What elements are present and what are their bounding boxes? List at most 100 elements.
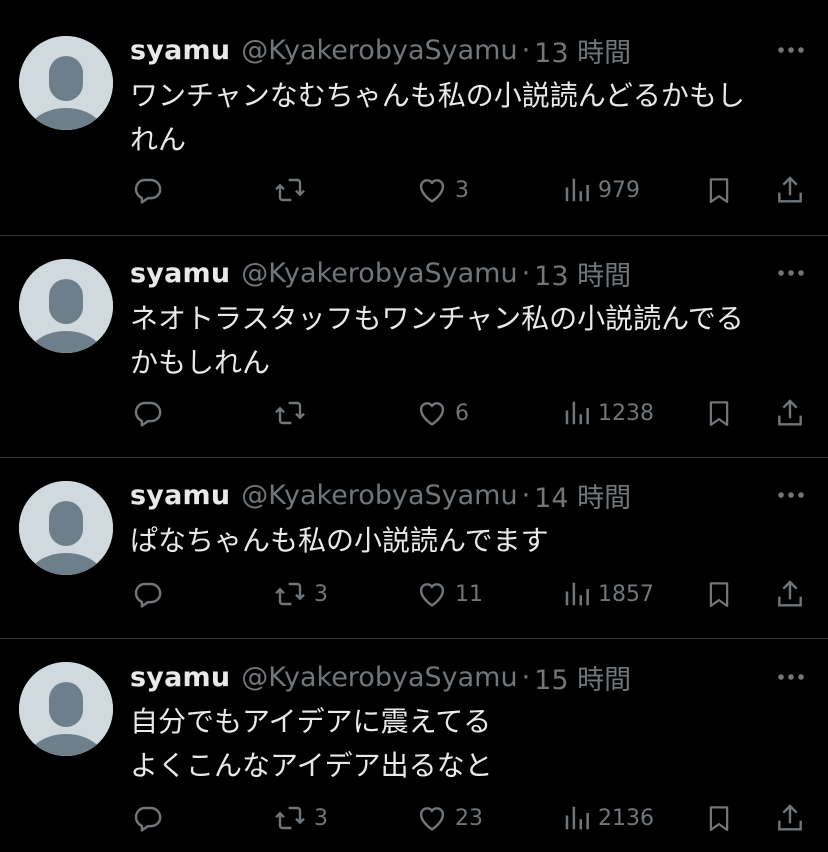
views-button[interactable]: 2136 bbox=[562, 798, 654, 838]
display-name[interactable]: syamu bbox=[130, 258, 230, 289]
views-icon bbox=[562, 397, 592, 429]
separator-dot: · bbox=[521, 661, 531, 693]
like-count: 11 bbox=[455, 581, 483, 607]
reply-icon bbox=[132, 397, 164, 429]
tweet-text: ぱなちゃんも私の小説読んでます bbox=[130, 524, 549, 557]
retweet-button[interactable]: 3 bbox=[272, 798, 328, 838]
views-count: 1857 bbox=[598, 581, 654, 607]
user-handle[interactable]: @KyakerobyaSyamu bbox=[241, 480, 517, 511]
retweet-icon bbox=[272, 397, 308, 429]
like-button[interactable]: 23 bbox=[415, 798, 483, 838]
timestamp[interactable]: 15 時間 bbox=[534, 658, 631, 697]
retweet-button[interactable]: 3 bbox=[272, 574, 328, 614]
retweet-button[interactable] bbox=[272, 170, 314, 210]
avatar[interactable] bbox=[19, 662, 113, 756]
tweet[interactable]: syamu @KyakerobyaSyamu · 13 時間 ネオトラスタッフも… bbox=[0, 236, 828, 458]
reply-button[interactable] bbox=[132, 393, 164, 433]
views-icon bbox=[562, 578, 592, 610]
views-count: 979 bbox=[598, 177, 640, 203]
like-button[interactable]: 6 bbox=[415, 393, 469, 433]
more-icon[interactable] bbox=[776, 253, 806, 293]
separator-dot: · bbox=[521, 34, 531, 66]
timestamp[interactable]: 14 時間 bbox=[534, 476, 631, 515]
bookmark-button[interactable] bbox=[704, 574, 734, 614]
reply-icon bbox=[132, 802, 164, 834]
user-handle[interactable]: @KyakerobyaSyamu bbox=[241, 662, 517, 693]
tweet-header: syamu @KyakerobyaSyamu · 13 時間 bbox=[130, 30, 828, 70]
retweet-button[interactable] bbox=[272, 393, 314, 433]
retweet-icon bbox=[272, 174, 308, 206]
views-icon bbox=[562, 802, 592, 834]
bookmark-icon bbox=[704, 397, 734, 429]
share-icon bbox=[774, 802, 806, 834]
display-name[interactable]: syamu bbox=[130, 35, 230, 66]
more-icon[interactable] bbox=[776, 475, 806, 515]
share-button[interactable] bbox=[774, 798, 806, 838]
views-button[interactable]: 1238 bbox=[562, 393, 654, 433]
share-icon bbox=[774, 174, 806, 206]
share-button[interactable] bbox=[774, 574, 806, 614]
action-bar: 6 1238 bbox=[0, 393, 828, 433]
bookmark-button[interactable] bbox=[704, 170, 734, 210]
action-bar: 3 11 1857 bbox=[0, 574, 828, 614]
tweet-text: ネオトラスタッフもワンチャン私の小説読んでる かもしれん bbox=[130, 302, 744, 379]
more-icon[interactable] bbox=[776, 657, 806, 697]
more-icon[interactable] bbox=[776, 30, 806, 70]
default-avatar-icon bbox=[19, 481, 113, 575]
heart-icon bbox=[415, 397, 449, 429]
default-avatar-icon bbox=[19, 662, 113, 756]
timestamp[interactable]: 13 時間 bbox=[534, 254, 631, 293]
reply-button[interactable] bbox=[132, 170, 164, 210]
bookmark-button[interactable] bbox=[704, 393, 734, 433]
bookmark-button[interactable] bbox=[704, 798, 734, 838]
tweet-header: syamu @KyakerobyaSyamu · 15 時間 bbox=[130, 657, 828, 697]
reply-button[interactable] bbox=[132, 798, 164, 838]
display-name[interactable]: syamu bbox=[130, 662, 230, 693]
heart-icon bbox=[415, 578, 449, 610]
like-count: 6 bbox=[455, 400, 469, 426]
avatar[interactable] bbox=[19, 481, 113, 575]
tweet-text: ワンチャンなむちゃんも私の小説読んどるかもし れん bbox=[130, 79, 745, 156]
tweet[interactable]: syamu @KyakerobyaSyamu · 15 時間 自分でもアイデアに… bbox=[0, 639, 828, 852]
reply-button[interactable] bbox=[132, 574, 164, 614]
separator-dot: · bbox=[521, 479, 531, 511]
bookmark-icon bbox=[704, 802, 734, 834]
default-avatar-icon bbox=[19, 36, 113, 130]
reply-icon bbox=[132, 174, 164, 206]
retweet-count: 3 bbox=[314, 805, 328, 831]
tweet-header: syamu @KyakerobyaSyamu · 13 時間 bbox=[130, 253, 828, 293]
share-icon bbox=[774, 578, 806, 610]
avatar[interactable] bbox=[19, 36, 113, 130]
tweet-text: 自分でもアイデアに震えてる よくこんなアイデア出るなと bbox=[130, 705, 493, 782]
retweet-icon bbox=[272, 802, 308, 834]
action-bar: 3 979 bbox=[0, 170, 828, 210]
views-icon bbox=[562, 174, 592, 206]
heart-icon bbox=[415, 174, 449, 206]
like-button[interactable]: 11 bbox=[415, 574, 483, 614]
action-bar: 3 23 2136 bbox=[0, 798, 828, 838]
views-count: 2136 bbox=[598, 805, 654, 831]
user-handle[interactable]: @KyakerobyaSyamu bbox=[241, 35, 517, 66]
default-avatar-icon bbox=[19, 259, 113, 353]
retweet-icon bbox=[272, 578, 308, 610]
heart-icon bbox=[415, 802, 449, 834]
bookmark-icon bbox=[704, 578, 734, 610]
like-count: 3 bbox=[455, 177, 469, 203]
user-handle[interactable]: @KyakerobyaSyamu bbox=[241, 258, 517, 289]
like-count: 23 bbox=[455, 805, 483, 831]
timestamp[interactable]: 13 時間 bbox=[534, 31, 631, 70]
display-name[interactable]: syamu bbox=[130, 480, 230, 511]
views-button[interactable]: 979 bbox=[562, 170, 640, 210]
reply-icon bbox=[132, 578, 164, 610]
timeline: syamu @KyakerobyaSyamu · 13 時間 ワンチャンなむちゃ… bbox=[0, 0, 828, 852]
share-button[interactable] bbox=[774, 170, 806, 210]
share-button[interactable] bbox=[774, 393, 806, 433]
separator-dot: · bbox=[521, 257, 531, 289]
like-button[interactable]: 3 bbox=[415, 170, 469, 210]
tweet[interactable]: syamu @KyakerobyaSyamu · 13 時間 ワンチャンなむちゃ… bbox=[0, 0, 828, 236]
retweet-count: 3 bbox=[314, 581, 328, 607]
views-button[interactable]: 1857 bbox=[562, 574, 654, 614]
views-count: 1238 bbox=[598, 400, 654, 426]
tweet[interactable]: syamu @KyakerobyaSyamu · 14 時間 ぱなちゃんも私の小… bbox=[0, 458, 828, 639]
avatar[interactable] bbox=[19, 259, 113, 353]
